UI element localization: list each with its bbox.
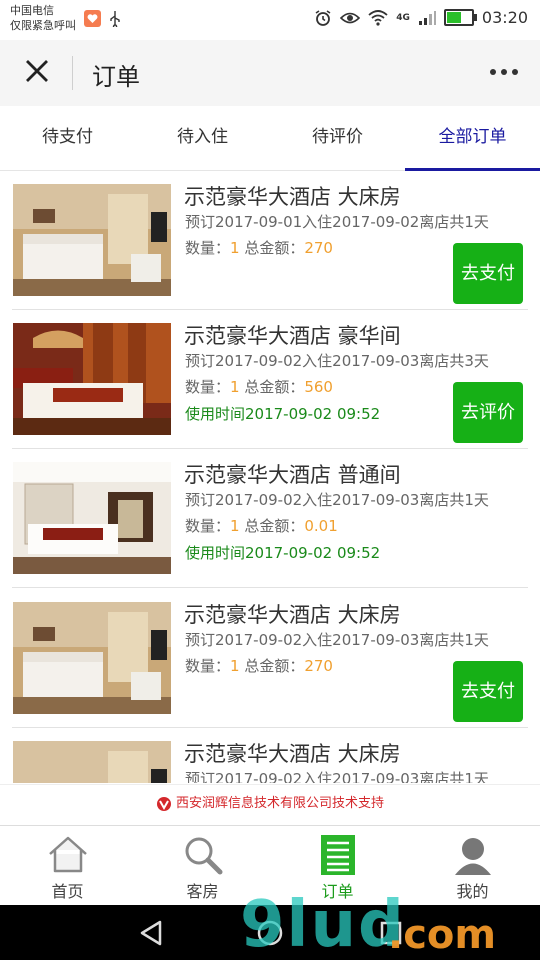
booking-dates: 预订2017-09-01入住2017-09-02离店共1天 (185, 213, 489, 231)
status-left-icons (84, 10, 121, 27)
watermark-text: 9lud (240, 888, 406, 962)
booking-dates: 预订2017-09-02入住2017-09-03离店共1天 (185, 491, 489, 509)
close-icon (26, 60, 48, 82)
hotel-room-name: 示范豪华大酒店 大床房 (184, 603, 401, 627)
booking-dates: 预订2017-09-02入住2017-09-03离店共1天 (185, 770, 489, 783)
tech-support-footer: 西安润辉信息技术有限公司技术支持 (0, 784, 540, 825)
total-value: 270 (304, 239, 333, 257)
watermark-logo: 9lud (240, 888, 406, 962)
more-dot-icon (490, 69, 496, 75)
order-amount: 数量：1 总金额：270 (185, 655, 333, 676)
carrier-name: 中国电信 (10, 4, 54, 17)
carrier-info: 中国电信 仅限紧急呼叫 (10, 3, 76, 33)
more-dot-icon (501, 69, 507, 75)
total-value: 0.01 (304, 517, 338, 535)
header-divider (72, 56, 73, 90)
nav-home[interactable]: 首页 (0, 826, 135, 906)
qty-label: 数量： (185, 517, 231, 535)
total-value: 270 (304, 657, 333, 675)
tab-pending-payment[interactable]: 待支付 (0, 106, 135, 170)
order-tabs: 待支付 待入住 待评价 全部订单 (0, 106, 540, 171)
total-value: 560 (304, 378, 333, 396)
nav-home-label: 首页 (51, 882, 84, 901)
pay-button[interactable]: 去支付 (453, 243, 523, 304)
total-label: 总金额： (239, 657, 305, 675)
eye-icon (340, 12, 361, 23)
home-icon (48, 836, 87, 873)
more-menu-button[interactable] (488, 62, 520, 82)
quantity-value: 1 (230, 517, 240, 535)
quantity-value: 1 (230, 239, 240, 257)
order-item[interactable]: 示范豪华大酒店 豪华间 预订2017-09-02入住2017-09-03离店共3… (0, 310, 540, 449)
order-item[interactable]: 示范豪华大酒店 大床房 预订2017-09-01入住2017-09-02离店共1… (0, 171, 540, 310)
search-icon (185, 837, 222, 875)
order-amount: 数量：1 总金额：270 (185, 237, 333, 258)
usage-time: 使用时间2017-09-02 09:52 (185, 405, 381, 423)
company-logo-icon (156, 796, 171, 811)
pay-button[interactable]: 去支付 (453, 661, 523, 722)
total-label: 总金额： (239, 239, 305, 257)
room-photo (13, 602, 171, 714)
hotel-room-name: 示范豪华大酒店 大床房 (184, 742, 401, 766)
wifi-icon (368, 9, 388, 26)
more-dot-icon (512, 69, 518, 75)
order-amount: 数量：1 总金额：0.01 (185, 515, 338, 536)
nav-profile-label: 我的 (456, 882, 489, 901)
watermark-suffix: .com (388, 912, 497, 958)
review-button[interactable]: 去评价 (453, 382, 523, 443)
signal-icon (418, 10, 436, 25)
booking-dates: 预订2017-09-02入住2017-09-03离店共3天 (185, 352, 489, 370)
tab-pending-review[interactable]: 待评价 (270, 106, 405, 170)
page-title: 订单 (92, 63, 140, 91)
tab-pending-checkin[interactable]: 待入住 (135, 106, 270, 170)
qty-label: 数量： (185, 657, 231, 675)
list-icon (320, 835, 355, 875)
battery-icon (443, 9, 477, 26)
room-photo (13, 184, 171, 296)
user-icon (454, 838, 491, 875)
close-button[interactable] (22, 56, 52, 86)
app-header: 订单 (0, 40, 540, 106)
network-type: 4G (396, 12, 410, 23)
order-list[interactable]: 示范豪华大酒店 大床房 预订2017-09-01入住2017-09-02离店共1… (0, 171, 540, 783)
quantity-value: 1 (230, 378, 240, 396)
status-right-icons: 4G 03:20 (314, 8, 528, 27)
hotel-room-name: 示范豪华大酒店 普通间 (184, 463, 401, 487)
order-item[interactable]: 示范豪华大酒店 大床房 预订2017-09-02入住2017-09-03离店共1… (0, 589, 540, 728)
hotel-room-name: 示范豪华大酒店 豪华间 (184, 324, 401, 348)
item-divider (12, 587, 528, 588)
quantity-value: 1 (230, 657, 240, 675)
order-item[interactable]: 示范豪华大酒店 普通间 预订2017-09-02入住2017-09-03离店共1… (0, 449, 540, 588)
back-icon[interactable] (138, 919, 164, 947)
total-label: 总金额： (239, 378, 305, 396)
qty-label: 数量： (185, 378, 231, 396)
qty-label: 数量： (185, 239, 231, 257)
status-bar: 中国电信 仅限紧急呼叫 4G 03:20 (0, 0, 540, 40)
order-item[interactable]: 示范豪华大酒店 大床房 预订2017-09-02入住2017-09-03离店共1… (0, 728, 540, 783)
nav-profile[interactable]: 我的 (405, 826, 540, 906)
emergency-text: 仅限紧急呼叫 (10, 19, 76, 32)
room-photo (13, 741, 171, 783)
room-photo (13, 462, 171, 574)
total-label: 总金额： (239, 517, 305, 535)
usage-time: 使用时间2017-09-02 09:52 (185, 544, 381, 562)
order-amount: 数量：1 总金额：560 (185, 376, 333, 397)
booking-dates: 预订2017-09-02入住2017-09-03离店共1天 (185, 631, 489, 649)
status-time: 03:20 (481, 8, 528, 27)
notification-heart-icon (84, 10, 101, 27)
hotel-room-name: 示范豪华大酒店 大床房 (184, 185, 401, 209)
room-photo (13, 323, 171, 435)
alarm-icon (315, 9, 331, 26)
usb-icon (110, 11, 120, 27)
tab-all-orders[interactable]: 全部订单 (405, 106, 540, 171)
support-text: 西安润辉信息技术有限公司技术支持 (175, 796, 384, 811)
